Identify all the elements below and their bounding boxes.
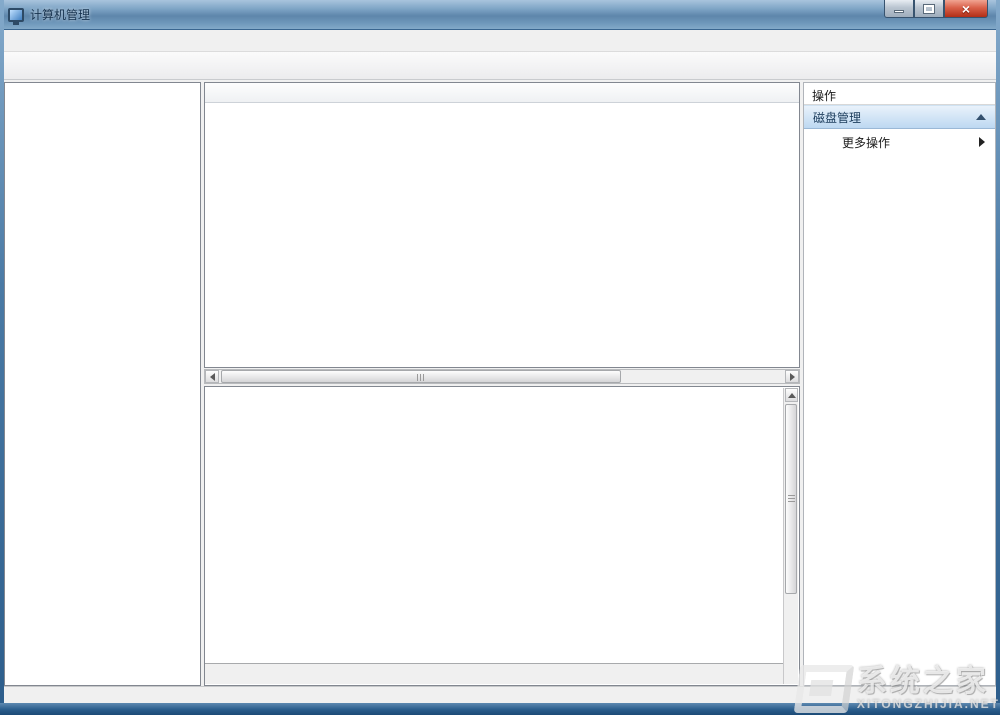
actions-pane: 操作 磁盘管理 更多操作 xyxy=(803,82,996,686)
collapse-icon[interactable] xyxy=(976,114,986,120)
computer-management-window: 计算机管理 × 操作 磁盘管理 xyxy=(0,0,1000,715)
window-border-right xyxy=(996,0,1000,715)
horizontal-scrollbar[interactable] xyxy=(204,369,800,384)
more-actions-item[interactable]: 更多操作 xyxy=(804,129,995,155)
disk-management-section-header[interactable]: 磁盘管理 xyxy=(804,105,995,129)
window-border-left xyxy=(0,0,4,715)
scroll-up-button[interactable] xyxy=(785,388,798,402)
scroll-up-icon xyxy=(788,393,796,398)
close-icon: × xyxy=(962,1,970,17)
minimize-icon xyxy=(894,10,904,13)
scroll-right-icon xyxy=(790,373,795,381)
maximize-button[interactable] xyxy=(914,0,944,18)
scroll-left-icon xyxy=(210,373,215,381)
volume-list-pane xyxy=(204,82,800,368)
disk-graphical-pane xyxy=(204,386,800,686)
scroll-right-button[interactable] xyxy=(785,370,799,383)
scroll-left-button[interactable] xyxy=(205,370,219,383)
disk-management-section-label: 磁盘管理 xyxy=(813,109,861,126)
horizontal-scroll-thumb[interactable] xyxy=(221,370,621,383)
console-tree-pane xyxy=(4,82,201,686)
submenu-arrow-icon xyxy=(979,137,985,147)
toolbar xyxy=(4,52,996,80)
window-border-bottom xyxy=(0,703,1000,715)
title-bar[interactable]: 计算机管理 × xyxy=(0,0,1000,30)
app-icon xyxy=(8,8,24,22)
close-button[interactable]: × xyxy=(944,0,988,18)
minimize-button[interactable] xyxy=(884,0,914,18)
status-bar xyxy=(4,686,996,703)
window-title: 计算机管理 xyxy=(30,6,90,23)
volume-list-header xyxy=(205,83,799,103)
vertical-scroll-thumb[interactable] xyxy=(785,404,797,594)
maximize-icon xyxy=(924,5,934,13)
more-actions-label: 更多操作 xyxy=(842,134,890,151)
vertical-scrollbar[interactable] xyxy=(783,388,798,684)
partition-legend xyxy=(205,663,783,684)
actions-header: 操作 xyxy=(804,83,995,105)
menu-bar xyxy=(4,30,996,52)
